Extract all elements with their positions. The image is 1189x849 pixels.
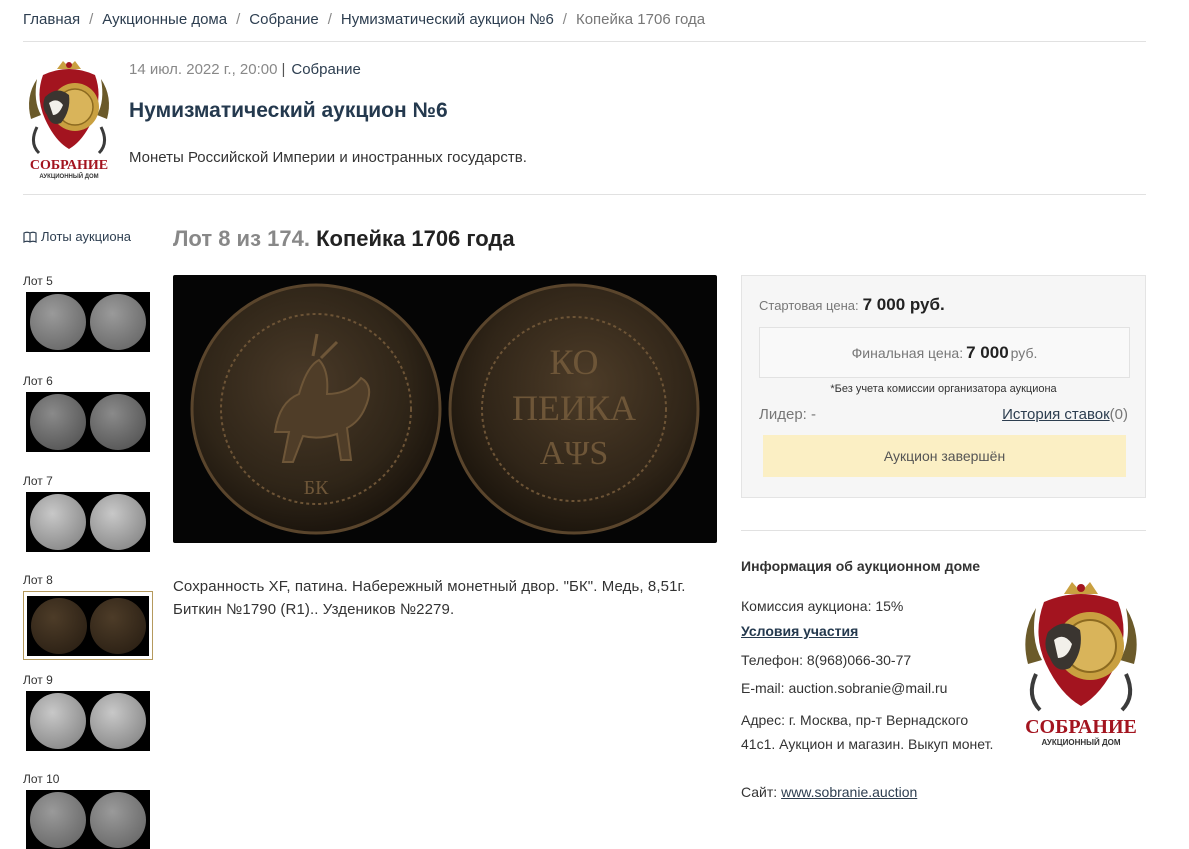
coin-obverse-image: БК bbox=[190, 283, 442, 535]
book-icon bbox=[23, 231, 37, 243]
website-link[interactable]: www.sobranie.auction bbox=[781, 784, 917, 800]
coin-thumbnail bbox=[30, 494, 86, 550]
coin-thumbnail bbox=[90, 394, 146, 450]
meta-separator: | bbox=[281, 61, 286, 78]
breadcrumb-current: Копейка 1706 года bbox=[575, 11, 706, 28]
lot-thumbnail-label: Лот 8 bbox=[23, 573, 53, 587]
auction-date: 14 июл. 2022 г., 20:00 bbox=[129, 61, 278, 78]
lot-thumbnail[interactable]: Лот 8 bbox=[23, 573, 153, 660]
lot-thumbnail-image bbox=[27, 596, 149, 656]
coin-thumbnail bbox=[30, 792, 86, 848]
coin-legend-line1: КО bbox=[549, 342, 598, 382]
breadcrumb-separator: / bbox=[89, 11, 94, 28]
start-price-label: Стартовая цена: bbox=[759, 298, 859, 313]
start-price: Стартовая цена: 7 000 руб. bbox=[759, 295, 945, 315]
house-info-title: Информация об аукционном доме bbox=[741, 558, 981, 574]
auction-house-link[interactable]: Собрание bbox=[291, 61, 360, 78]
lot-thumbnail[interactable]: Лот 5 bbox=[23, 274, 150, 352]
lot-thumbnail-label: Лот 5 bbox=[23, 274, 53, 288]
lot-title: Копейка 1706 года bbox=[316, 226, 515, 251]
auction-house-logo[interactable]: СОБРАНИЕ АУКЦИОННЫЙ ДОМ bbox=[23, 57, 115, 181]
logo-wordmark: СОБРАНИЕ bbox=[1025, 716, 1137, 738]
email: E-mail: auction.sobranie@mail.ru bbox=[741, 680, 948, 696]
coin-thumbnail bbox=[30, 394, 86, 450]
divider bbox=[23, 41, 1146, 42]
divider bbox=[741, 530, 1146, 531]
lot-thumbnail-image bbox=[26, 392, 150, 452]
lots-list-link[interactable]: Лоты аукциона bbox=[23, 229, 131, 244]
logo-subtitle: АУКЦИОННЫЙ ДОМ bbox=[1041, 738, 1120, 747]
lot-heading: Лот 8 из 174. Копейка 1706 года bbox=[173, 226, 515, 252]
breadcrumb-separator: / bbox=[562, 11, 567, 28]
lot-thumbnail[interactable]: Лот 9 bbox=[23, 673, 150, 751]
address: Адрес: г. Москва, пр-т Вернадского 41с1.… bbox=[741, 712, 994, 752]
auction-title[interactable]: Нумизматический аукцион №6 bbox=[129, 99, 448, 123]
lot-thumbnail[interactable]: Лот 6 bbox=[23, 374, 150, 452]
website-label: Сайт: bbox=[741, 784, 778, 800]
final-price-value: 7 000 bbox=[966, 343, 1009, 362]
breadcrumb-separator: / bbox=[236, 11, 241, 28]
auction-finished-button[interactable]: Аукцион завершён bbox=[763, 435, 1126, 477]
lot-thumbnail-image bbox=[26, 292, 150, 352]
bid-history-link[interactable]: История ставок bbox=[1002, 406, 1110, 423]
coin-thumbnail bbox=[90, 693, 146, 749]
auction-house-logo-large[interactable]: СОБРАНИЕ АУКЦИОННЫЙ ДОМ bbox=[1018, 578, 1144, 750]
logo-wordmark: СОБРАНИЕ bbox=[30, 158, 108, 173]
lot-thumbnail-label: Лот 7 bbox=[23, 474, 53, 488]
commission-note: *Без учета комиссии организатора аукцион… bbox=[830, 383, 1057, 395]
lot-thumbnail-image bbox=[26, 691, 150, 751]
final-price: Финальная цена: 7 000 руб. bbox=[759, 327, 1130, 378]
commission: Комиссия аукциона: 15% bbox=[741, 598, 904, 614]
breadcrumb-house[interactable]: Собрание bbox=[249, 11, 318, 28]
lot-thumbnail-label: Лот 10 bbox=[23, 772, 60, 786]
lot-thumbnail[interactable]: Лот 7 bbox=[23, 474, 150, 552]
coin-thumbnail bbox=[89, 598, 146, 654]
breadcrumb-auction[interactable]: Нумизматический аукцион №6 bbox=[341, 11, 554, 28]
leader-value: - bbox=[811, 406, 816, 423]
coin-thumbnail bbox=[90, 294, 146, 350]
coin-thumbnail bbox=[30, 598, 87, 654]
coin-mintmark: БК bbox=[304, 477, 329, 499]
coin-reverse-image: КО ПЕИКА АΨS bbox=[448, 283, 700, 535]
lot-description: Сохранность XF, патина. Набережный монет… bbox=[173, 578, 686, 618]
lot-number: Лот 8 из 174. bbox=[173, 226, 310, 251]
final-price-currency: руб. bbox=[1010, 345, 1038, 361]
logo-subtitle: АУКЦИОННЫЙ ДОМ bbox=[39, 172, 98, 180]
leader: Лидер: - bbox=[759, 406, 816, 423]
breadcrumb-home[interactable]: Главная bbox=[23, 11, 80, 28]
breadcrumb-auction-houses[interactable]: Аукционные дома bbox=[102, 11, 227, 28]
final-price-label: Финальная цена: bbox=[851, 345, 964, 361]
lot-thumbnail-image bbox=[26, 790, 150, 849]
coin-thumbnail bbox=[90, 792, 146, 848]
website: Сайт: www.sobranie.auction bbox=[741, 784, 917, 800]
lot-thumbnail-label: Лот 9 bbox=[23, 673, 53, 687]
breadcrumb: Главная / Аукционные дома / Собрание / Нумизма… bbox=[23, 11, 705, 28]
lots-list-label: Лоты аукциона bbox=[41, 229, 132, 244]
coin-legend-line3: АΨS bbox=[540, 435, 609, 472]
breadcrumb-separator: / bbox=[327, 11, 332, 28]
terms-link[interactable]: Условия участия bbox=[741, 623, 858, 639]
lot-main-photo[interactable]: БК КО ПЕИКА АΨS bbox=[173, 275, 717, 543]
phone: Телефон: 8(968)066-30-77 bbox=[741, 652, 912, 668]
auction-description: Монеты Российской Империи и иностранных … bbox=[129, 149, 527, 166]
price-panel: Стартовая цена: 7 000 руб. Финальная цена… bbox=[741, 275, 1146, 498]
leader-label: Лидер: bbox=[759, 406, 807, 423]
coin-legend-line2: ПЕИКА bbox=[512, 388, 636, 428]
bid-history: История ставок(0) bbox=[1002, 406, 1128, 423]
lot-thumbnail-label: Лот 6 bbox=[23, 374, 53, 388]
coin-thumbnail bbox=[30, 693, 86, 749]
auction-meta: 14 июл. 2022 г., 20:00 | Собрание bbox=[129, 61, 361, 78]
lot-thumbnail[interactable]: Лот 10 bbox=[23, 772, 150, 849]
coin-thumbnail bbox=[90, 494, 146, 550]
bid-history-count: (0) bbox=[1109, 406, 1128, 423]
divider bbox=[23, 194, 1146, 195]
coin-thumbnail bbox=[30, 294, 86, 350]
start-price-value: 7 000 руб. bbox=[862, 295, 945, 314]
lot-thumbnail-image bbox=[26, 492, 150, 552]
